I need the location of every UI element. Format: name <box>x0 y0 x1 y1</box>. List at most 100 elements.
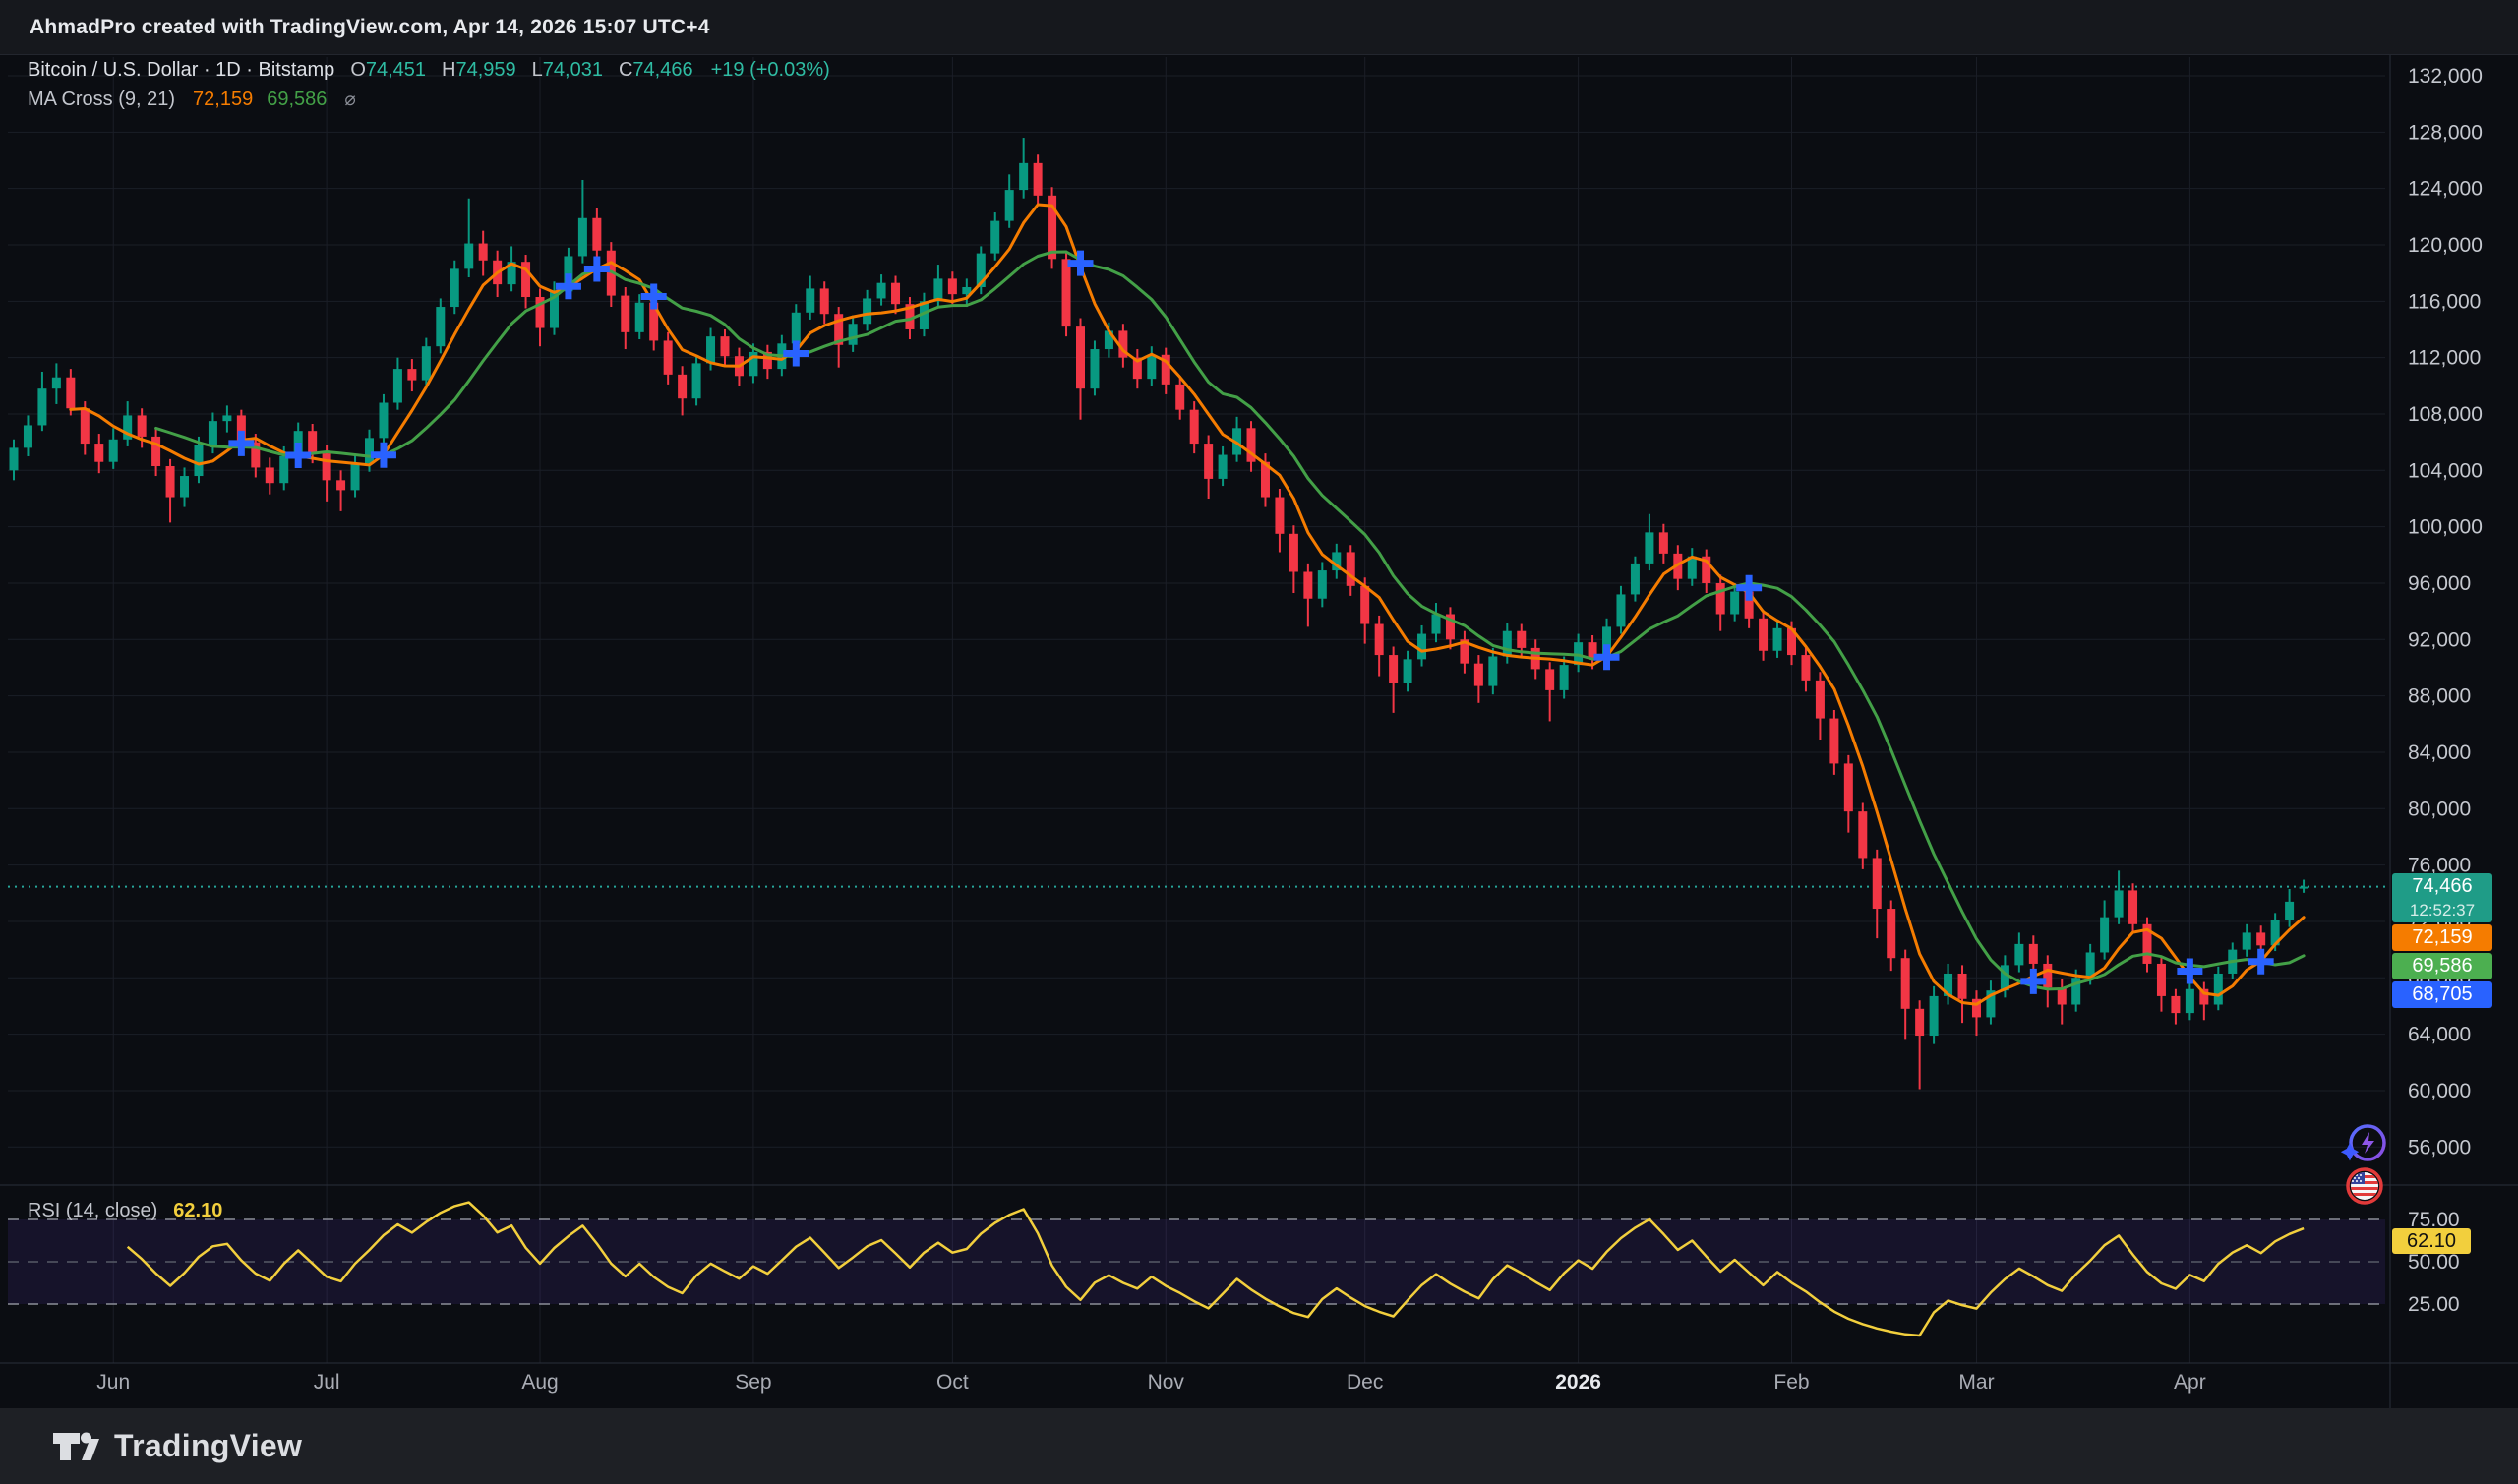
price-axis-label: 80,000 <box>2408 798 2471 820</box>
candle-down <box>1189 409 1199 445</box>
price-axis-label: 64,000 <box>2408 1024 2471 1046</box>
candle-up <box>1488 656 1498 686</box>
rsi-axis[interactable]: 75.0050.0025.00 <box>2408 1209 2460 1316</box>
candle-down <box>1389 655 1399 683</box>
candle-up <box>1090 349 1100 389</box>
candle-up <box>108 439 118 462</box>
candle-down <box>1829 718 1839 764</box>
ma-cross-marker <box>370 442 396 468</box>
candle-up <box>180 476 190 498</box>
candle-up <box>1559 665 1569 690</box>
candle-down <box>2256 932 2266 946</box>
candle-down <box>80 408 90 445</box>
candle-up <box>379 402 389 439</box>
tradingview-logo-icon <box>53 1432 99 1460</box>
close-value: 74,466 <box>632 59 693 81</box>
candle-down <box>1900 958 1910 1009</box>
candle-up <box>1616 594 1626 627</box>
ma-fast-value: 72,159 <box>193 89 254 110</box>
price-axis-label: 116,000 <box>2408 290 2481 313</box>
high-label: H <box>442 59 456 81</box>
candle-up <box>464 243 474 269</box>
candle-down <box>947 278 957 295</box>
high-value: 74,959 <box>455 59 516 81</box>
ma-cross-legend: MA Cross (9, 21) 72,159 69,586 ⌀ <box>28 89 356 111</box>
price-axis-label: 92,000 <box>2408 628 2471 651</box>
badge-value: 72,159 <box>2412 926 2473 949</box>
price-axis-label: 84,000 <box>2408 742 2471 764</box>
rsi-value: 62.10 <box>173 1200 223 1221</box>
candle-up <box>194 445 204 477</box>
rsi-label: RSI (14, close) <box>28 1200 158 1221</box>
footer-bar: TradingView <box>0 1408 2518 1484</box>
price-axis-label: 132,000 <box>2408 65 2483 88</box>
candle-up <box>51 377 61 389</box>
candle-up <box>1019 162 1029 191</box>
candle-down <box>1076 326 1085 389</box>
time-axis[interactable]: Jun Jul Aug Sep Oct Nov Dec 2026 Feb Mar Apr <box>96 1371 2205 1394</box>
candle-up <box>2285 901 2295 920</box>
brand-text: TradingView <box>114 1428 303 1463</box>
candle-up <box>863 298 872 325</box>
candle-up <box>876 282 886 299</box>
time-axis-label: Sep <box>735 1371 771 1394</box>
candle-up <box>1403 659 1412 683</box>
candle-up <box>2114 890 2124 918</box>
indicator-mute-icon[interactable]: ⌀ <box>344 89 355 111</box>
price-axis-label: 112,000 <box>2408 347 2481 370</box>
open-value: 74,451 <box>365 59 427 81</box>
badge-countdown: 12:52:37 <box>2409 901 2476 920</box>
candle-down <box>1061 259 1071 327</box>
candle-down <box>1843 763 1853 812</box>
candle-up <box>2185 988 2194 1014</box>
time-axis-label: Mar <box>1958 1371 1994 1394</box>
candle-up <box>2014 943 2024 966</box>
candle-up <box>1730 591 1740 615</box>
candles <box>9 138 2308 1090</box>
candle-up <box>1929 995 1939 1037</box>
close-label: C <box>618 59 633 81</box>
candlestick-chart[interactable]: 132,000 128,000 124,000 120,000 116,000 112,0… <box>0 0 2518 1484</box>
time-axis-label: Feb <box>1773 1371 1809 1394</box>
candle-down <box>621 295 630 332</box>
price-axis-label: 104,000 <box>2408 459 2483 482</box>
change-value: +19 (+0.03%) <box>710 59 830 81</box>
low-label: L <box>531 59 543 81</box>
candle-down <box>1033 162 1043 196</box>
badge-value: 68,705 <box>2412 983 2473 1006</box>
candle-up <box>279 455 289 484</box>
candle-down <box>308 431 318 454</box>
us-flag-event-icon[interactable] <box>2345 1166 2384 1211</box>
candle-down <box>1815 680 1825 719</box>
ma-cross-label: MA Cross (9, 21) <box>28 89 176 110</box>
candle-up <box>577 217 587 257</box>
candle-up <box>1502 630 1512 657</box>
candle-up <box>9 447 19 471</box>
ma-cross-marker <box>1593 644 1620 671</box>
alert-price-badge: 68,705 <box>2392 981 2492 1009</box>
candle-up <box>450 268 459 308</box>
candle-down <box>1175 384 1185 410</box>
candle-down <box>322 453 331 481</box>
candle-up <box>990 220 1000 254</box>
tradingview-chart-window: AhmadPro created with TradingView.com, A… <box>0 0 2518 1484</box>
candle-down <box>1473 663 1483 686</box>
last-price-badge: 74,466 12:52:37 <box>2392 873 2492 923</box>
candle-up <box>1147 354 1157 380</box>
badge-value: 69,586 <box>2412 955 2473 978</box>
ma-slow-value: 69,586 <box>267 89 328 110</box>
candle-down <box>1204 444 1214 479</box>
candle-down <box>678 374 688 399</box>
candle-up <box>791 312 801 344</box>
candle-up <box>848 324 858 345</box>
candle-down <box>1545 669 1555 690</box>
candle-down <box>265 467 274 484</box>
ma-fast-line <box>69 203 2306 1006</box>
rsi-legend: RSI (14, close) 62.10 <box>28 1200 222 1222</box>
tradingview-logo[interactable]: TradingView <box>51 1425 302 1468</box>
price-axis-label: 100,000 <box>2408 516 2483 539</box>
candle-down <box>137 415 147 437</box>
candle-up <box>806 288 815 313</box>
candle-down <box>1759 618 1769 651</box>
price-axis-label: 124,000 <box>2408 178 2483 201</box>
